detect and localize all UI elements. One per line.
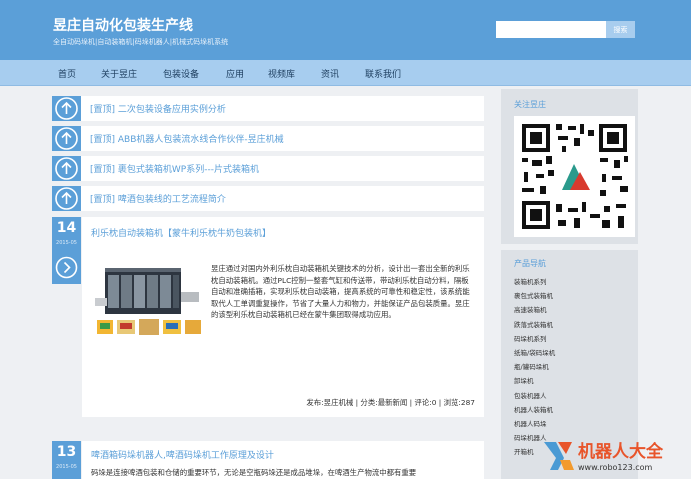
packing-machine-image[interactable]: [91, 262, 204, 344]
sticky-post[interactable]: [置顶] 裹包式装箱机WP系列---片式装箱机: [52, 156, 484, 181]
site-subtitle: 全自动码垛机|自动装箱机|码垛机器人|机械式码垛机系统: [53, 38, 229, 46]
site-header: 昱庄自动化包装生产线 全自动码垛机|自动装箱机|码垛机器人|机械式码垛机系统 搜…: [0, 0, 691, 60]
sticky-post[interactable]: [置顶] 二次包装设备应用实例分析: [52, 96, 484, 121]
sticky-post-title[interactable]: [置顶] 二次包装设备应用实例分析: [90, 102, 226, 115]
sticky-post-title[interactable]: [置顶] ABB机器人包装流水线合作伙伴-昱庄机械: [90, 132, 284, 145]
nav-equipment[interactable]: 包装设备: [163, 67, 199, 80]
post-year-month: 2015-05: [56, 240, 77, 246]
site-title[interactable]: 昱庄自动化包装生产线: [53, 15, 193, 35]
post-day: 14: [56, 220, 77, 236]
up-arrow-icon: [52, 186, 81, 211]
qr-code-image: [514, 116, 635, 237]
up-arrow-icon: [52, 126, 81, 151]
nav-application[interactable]: 应用: [226, 67, 244, 80]
post-card: 利乐枕自动装箱机【蒙牛利乐枕牛奶包装机】 昱庄通过对国内外利乐枕自动装箱机关键技…: [82, 217, 484, 417]
post-title[interactable]: 利乐枕自动装箱机【蒙牛利乐枕牛奶包装机】: [91, 226, 271, 239]
sidebar-link[interactable]: 瓶/罐码垛机: [514, 361, 555, 375]
sticky-post-title[interactable]: [置顶] 裹包式装箱机WP系列---片式装箱机: [90, 162, 259, 175]
sidebar-link[interactable]: 机器人装箱机: [514, 404, 555, 418]
search-button[interactable]: 搜索: [606, 21, 635, 38]
nav-about[interactable]: 关于昱庄: [101, 67, 137, 80]
nav-home[interactable]: 首页: [58, 67, 76, 80]
post-year-month: 2015-05: [56, 464, 77, 470]
up-arrow-icon: [52, 96, 81, 121]
main-nav: 首页 关于昱庄 包装设备 应用 视频库 资讯 联系我们: [0, 60, 691, 86]
post-title[interactable]: 啤酒箱码垛机器人,啤酒码垛机工作原理及设计: [91, 448, 274, 461]
sidebar-nav-title: 产品导航: [514, 259, 546, 268]
post-meta: 发布:昱庄机械 | 分类:最新新闻 | 评论:0 | 浏览:287: [306, 398, 475, 407]
sidebar-link[interactable]: 裹包式装箱机: [514, 290, 555, 304]
sidebar-link[interactable]: 机器人码垛: [514, 418, 555, 432]
sidebar-link[interactable]: 高速装箱机: [514, 304, 555, 318]
post-excerpt: 昱庄通过对国内外利乐枕自动装箱机关键技术的分析，设计出一套出全新的利乐枕自动装箱…: [211, 264, 470, 320]
sticky-post-title[interactable]: [置顶] 啤酒包装线的工艺流程简介: [90, 192, 226, 205]
post-date-box: 14 2015-05: [52, 217, 81, 284]
watermark-text: 机器人大全: [578, 442, 663, 462]
post-excerpt: 码垛是连接啤酒包装和仓储的重要环节，无论是空瓶码垛还是成品堆垛，在啤酒生产物流中…: [91, 468, 417, 477]
sidebar-link[interactable]: 装箱机系列: [514, 276, 555, 290]
sticky-post[interactable]: [置顶] 啤酒包装线的工艺流程简介: [52, 186, 484, 211]
sticky-post[interactable]: [置顶] ABB机器人包装流水线合作伙伴-昱庄机械: [52, 126, 484, 151]
post-card: 啤酒箱码垛机器人,啤酒码垛机工作原理及设计 码垛是连接啤酒包装和仓储的重要环节，…: [82, 441, 484, 479]
nav-news[interactable]: 资讯: [321, 67, 339, 80]
sidebar-follow-title: 关注昱庄: [514, 100, 546, 109]
sidebar-follow: 关注昱庄: [501, 89, 638, 244]
post-day: 13: [56, 444, 77, 460]
up-arrow-icon: [52, 156, 81, 181]
sidebar-link[interactable]: 码垛机系列: [514, 333, 555, 347]
sidebar-link[interactable]: 包装机器人: [514, 390, 555, 404]
sidebar-link[interactable]: 纸箱/袋码垛机: [514, 347, 555, 361]
watermark-url: www.robo123.com: [578, 463, 653, 472]
nav-videos[interactable]: 视频库: [268, 67, 295, 80]
watermark: 机器人大全 www.robo123.com: [520, 432, 691, 479]
chevron-right-icon[interactable]: [55, 256, 78, 279]
sidebar-link[interactable]: 跌落式装箱机: [514, 319, 555, 333]
robot-logo-icon: [544, 442, 574, 470]
sidebar-link[interactable]: 卸垛机: [514, 375, 555, 389]
search-input[interactable]: [496, 21, 606, 38]
post-date-box: 13 2015-05: [52, 441, 81, 479]
nav-contact[interactable]: 联系我们: [365, 67, 401, 80]
